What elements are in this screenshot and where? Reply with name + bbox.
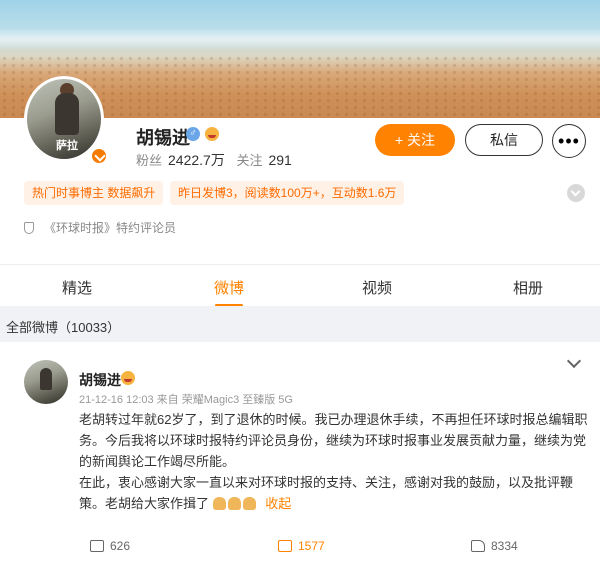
post-text: 老胡转过年就62岁了，到了退休的时候。我已办理退休手续，不再担任环球时报总编辑职… — [79, 409, 591, 514]
weibo-post: 胡锡进 21-12-16 12:03 来自 荣耀Magic3 至臻版 5G 老胡… — [0, 342, 600, 572]
post-text-paragraph-2-text: 在此，衷心感谢大家一直以来对环球时报的支持、关注，感谢对我的鼓励，以及批评鞭策。… — [79, 475, 574, 511]
all-weibo-bar: 全部微博（10033） — [0, 306, 600, 342]
repost-icon — [90, 540, 104, 552]
post-emoji-badge-icon — [121, 371, 135, 385]
post-author[interactable]: 胡锡进 — [79, 370, 121, 390]
tab-featured[interactable]: 精选 — [62, 277, 92, 298]
shield-icon — [24, 222, 34, 234]
tab-video[interactable]: 视频 — [362, 277, 392, 298]
chevron-down-icon[interactable] — [567, 184, 585, 202]
comment-count: 1577 — [298, 539, 325, 553]
avatar-person — [55, 93, 79, 135]
banner-wave — [0, 28, 600, 50]
certification: 《环球时报》特约评论员 — [24, 219, 176, 236]
like-count: 8334 — [491, 539, 518, 553]
post-text-paragraph-1: 老胡转过年就62岁了，到了退休的时候。我已办理退休手续，不再担任环球时报总编辑职… — [79, 412, 588, 469]
gender-icon: ♂ — [186, 127, 200, 141]
certification-text: 《环球时报》特约评论员 — [44, 221, 177, 235]
repost-count: 626 — [110, 539, 131, 553]
profile-name: 胡锡进 — [136, 128, 190, 148]
tag-daily-stats[interactable]: 昨日发博3，阅读数100万+，互动数1.6万 — [170, 181, 405, 205]
followers-label: 粉丝 — [136, 153, 163, 168]
tab-weibo[interactable]: 微博 — [214, 277, 244, 298]
follow-button[interactable]: + 关注 — [375, 124, 455, 156]
pray-emoji-icon — [212, 497, 226, 510]
post-avatar-person — [40, 368, 52, 390]
thumbs-up-icon — [471, 540, 485, 552]
verified-badge-icon — [90, 147, 108, 165]
post-avatar[interactable] — [24, 360, 68, 404]
following-value[interactable]: 291 — [268, 152, 291, 168]
post-author-name[interactable]: 胡锡进 — [79, 372, 121, 388]
tag-hot-blogger[interactable]: 热门时事博主 数据飙升 — [24, 181, 164, 205]
more-options-button[interactable]: ••• — [552, 124, 586, 158]
all-weibo-label[interactable]: 全部微博（10033） — [6, 317, 120, 336]
profile-tabs: 精选 微博 视频 相册 — [0, 264, 600, 307]
tab-album[interactable]: 相册 — [513, 277, 543, 298]
comment-icon — [278, 540, 292, 552]
comment-button[interactable]: 1577 — [278, 539, 325, 553]
like-button[interactable]: 8334 — [471, 539, 518, 553]
following-label: 关注 — [236, 153, 263, 168]
post-text-paragraph-2: 在此，衷心感谢大家一直以来对环球时报的支持、关注，感谢对我的鼓励，以及批评鞭策。… — [79, 472, 591, 514]
post-meta: 21-12-16 12:03 来自 荣耀Magic3 至臻版 5G — [79, 394, 293, 406]
post-menu-chevron-icon[interactable] — [566, 353, 582, 369]
pray-emoji-icon — [227, 497, 241, 510]
profile-stats: 粉丝 2422.7万 关注 291 — [136, 150, 300, 170]
collapse-link[interactable]: 收起 — [265, 496, 291, 511]
emoji-badge-icon — [205, 127, 219, 141]
pray-emoji-icon — [242, 497, 256, 510]
message-button[interactable]: 私信 — [465, 124, 543, 156]
repost-button[interactable]: 626 — [90, 539, 130, 553]
followers-value[interactable]: 2422.7万 — [168, 152, 225, 168]
